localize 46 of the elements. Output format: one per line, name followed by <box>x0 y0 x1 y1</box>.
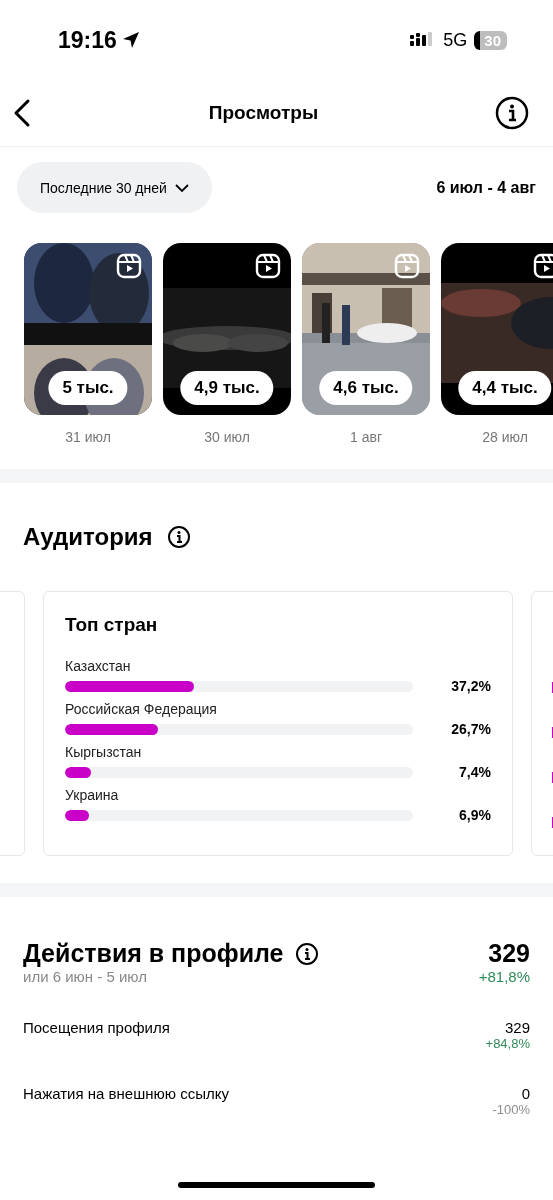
percent-value: 26,7% <box>450 721 491 737</box>
reels-icon <box>533 253 553 279</box>
reel-thumbnail[interactable]: 4,9 тыс. <box>163 243 291 415</box>
metric-label: Нажатия на внешнюю ссылку <box>23 1085 229 1104</box>
reels-icon <box>394 253 420 279</box>
change-percent: +84,8% <box>485 1036 530 1051</box>
info-icon[interactable] <box>295 941 320 966</box>
reel-thumbnail[interactable]: 4,4 тыс. <box>441 243 553 415</box>
percent-value: 37,2% <box>450 678 491 694</box>
country-name: Украина <box>65 787 120 803</box>
metric-value: 0 <box>521 1085 530 1102</box>
country-name: Российская Федерация <box>65 701 218 717</box>
percent-value: 6,9% <box>458 807 491 823</box>
page-title: Просмотры <box>208 102 319 124</box>
section-title: Аудитория <box>23 523 153 551</box>
metric-value: 329 <box>504 1019 530 1036</box>
chevron-down-icon <box>174 182 189 193</box>
reels-icon <box>116 253 142 279</box>
percent-value: 7,4% <box>458 764 491 780</box>
clock-time: 19:16 <box>58 26 117 54</box>
network-label: 5G <box>443 29 468 51</box>
reel-thumbnail[interactable]: 4,6 тыс. <box>302 243 430 415</box>
view-count-badge: 4,4 тыс. <box>458 371 552 405</box>
reel-date: 28 июл <box>482 429 528 445</box>
change-percent: -100% <box>492 1102 530 1117</box>
view-count-badge: 4,9 тыс. <box>180 371 274 405</box>
view-count-badge: 5 тыс. <box>48 371 128 405</box>
change-percent: +81,8% <box>478 968 530 985</box>
country-name: Кыргызстан <box>65 744 143 760</box>
battery-indicator: 30 <box>474 30 507 50</box>
reel-date: 31 июл <box>65 429 111 445</box>
date-range: 6 июл - 4 авг <box>436 178 536 197</box>
period-dropdown[interactable]: Последние 30 дней <box>17 162 212 213</box>
view-count-badge: 4,6 тыс. <box>319 371 413 405</box>
comparison-period: или 6 июн - 5 июл <box>23 968 148 985</box>
country-name: Казахстан <box>65 658 132 674</box>
reels-icon <box>255 253 281 279</box>
info-icon[interactable] <box>166 525 191 549</box>
info-button[interactable] <box>493 94 531 132</box>
reel-date: 1 авг <box>350 429 382 445</box>
metric-label: Посещения профиля <box>23 1019 170 1038</box>
total-value: 329 <box>488 939 530 968</box>
card-title: Топ стран <box>65 614 159 636</box>
section-title: Действия в профиле <box>23 939 284 968</box>
reel-date: 30 июл <box>204 429 250 445</box>
reel-thumbnail[interactable]: 5 тыс. <box>24 243 152 415</box>
